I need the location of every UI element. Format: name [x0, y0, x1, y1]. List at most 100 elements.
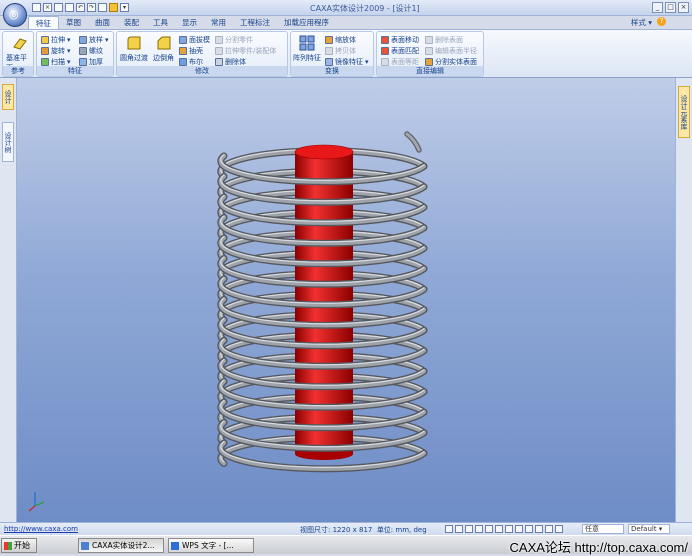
filter-dropdown[interactable]: 任意	[582, 524, 624, 534]
revolve-button[interactable]: 旋转 ▾	[41, 46, 71, 56]
copy-icon	[325, 47, 333, 55]
tab-sketch[interactable]: 草图	[59, 16, 88, 29]
thicken-icon	[79, 58, 87, 66]
chamfer-icon	[157, 36, 170, 50]
style-dropdown[interactable]: Default ▾	[628, 524, 670, 534]
render-icon[interactable]	[505, 525, 513, 533]
rotate-icon[interactable]	[475, 525, 483, 533]
match-face-label: 表面匹配	[391, 47, 419, 55]
group-modify-label: 修改	[117, 66, 287, 76]
split-part-button[interactable]: 分割零件	[215, 35, 253, 45]
style-menu-label: 样式	[630, 18, 646, 27]
maximize-icon[interactable]: □	[665, 2, 676, 13]
close-icon[interactable]: ×	[678, 2, 689, 13]
fillet-icon	[127, 36, 141, 50]
edit-face-radius-label: 编辑表面半径	[435, 47, 477, 55]
pattern-feature-button[interactable]: 阵列特征	[293, 35, 321, 63]
3d-viewport[interactable]	[17, 78, 675, 522]
select-tool-icon[interactable]	[109, 3, 118, 12]
undo-icon[interactable]: ↶	[76, 3, 85, 12]
help-icon[interactable]: ?	[657, 17, 666, 26]
thread-button[interactable]: 螺纹	[79, 46, 103, 56]
pattern-icon	[299, 35, 315, 51]
group-reference: 基准平面 参考	[2, 31, 34, 77]
print-icon[interactable]	[98, 3, 107, 12]
zoom-icon[interactable]	[445, 525, 453, 533]
chamfer-button[interactable]: 边倒角	[153, 35, 174, 63]
website-link[interactable]: http://www.caxa.com	[4, 525, 78, 533]
left-tab-design-tree[interactable]: 设计树	[2, 122, 14, 162]
shade-icon[interactable]	[525, 525, 533, 533]
tab-display[interactable]: 显示	[175, 16, 204, 29]
style-menu[interactable]: 样式 ▾	[631, 17, 652, 28]
group-feature: 拉伸 ▾ 放样 ▾ 旋转 ▾ 螺纹 扫描 ▾ 加厚 特征	[36, 31, 114, 77]
start-button[interactable]: 开始	[1, 538, 37, 553]
tab-feature[interactable]: 特征	[28, 16, 59, 29]
extrude-button[interactable]: 拉伸 ▾	[41, 35, 71, 45]
group-transform: 阵列特征 缩放体 拷贝体 镜像特征 ▾ 变换	[290, 31, 374, 77]
minimize-icon[interactable]: _	[652, 2, 663, 13]
match-face-icon	[381, 47, 389, 55]
copy-body-label: 拷贝体	[335, 47, 356, 55]
revolve-label: 旋转	[51, 47, 65, 55]
tab-addins[interactable]: 加载应用程序	[277, 16, 336, 29]
chamfer-label: 边倒角	[153, 54, 174, 62]
taskbar-item-wps[interactable]: WPS 文字 - [...	[168, 538, 254, 553]
style-dropdown-value: Default	[631, 525, 657, 533]
fillet-button[interactable]: 圆角过渡	[120, 35, 148, 63]
new-icon[interactable]	[32, 3, 41, 12]
stretch-part-button[interactable]: 拉伸零件/装配体	[215, 46, 276, 56]
mirror-icon	[325, 58, 333, 66]
view-front-icon[interactable]	[485, 525, 493, 533]
taskbar: 开始 CAXA实体设计2... WPS 文字 - [... CAXA论坛 htt…	[0, 535, 692, 555]
face-draft-button[interactable]: 面拔模	[179, 35, 210, 45]
extrude-label: 拉伸	[51, 36, 65, 44]
right-tab-design-elements[interactable]: 设计元素库	[678, 86, 690, 138]
tab-dimension[interactable]: 工程标注	[233, 16, 277, 29]
light-icon[interactable]	[535, 525, 543, 533]
caxa-app-icon	[81, 542, 89, 550]
filter-dropdown-value: 任意	[585, 525, 599, 533]
start-label: 开始	[14, 541, 30, 550]
tab-surface[interactable]: 曲面	[88, 16, 117, 29]
scale-body-button[interactable]: 缩放体	[325, 35, 356, 45]
open-icon[interactable]	[54, 3, 63, 12]
group-direct-edit-label: 直接编辑	[377, 66, 483, 76]
delete-face-button[interactable]: 删除表面	[425, 35, 463, 45]
save-icon[interactable]	[65, 3, 74, 12]
view-iso-icon[interactable]	[495, 525, 503, 533]
shell-button[interactable]: 抽壳	[179, 46, 203, 56]
tab-common[interactable]: 常用	[204, 16, 233, 29]
pan-icon[interactable]	[465, 525, 473, 533]
shell-icon	[179, 47, 187, 55]
tab-tools[interactable]: 工具	[146, 16, 175, 29]
application-menu-button[interactable]: ◎	[3, 3, 27, 27]
tab-assembly[interactable]: 装配	[117, 16, 146, 29]
qat-dropdown-icon[interactable]: ▾	[120, 3, 129, 12]
copy-body-button[interactable]: 拷贝体	[325, 46, 356, 56]
match-face-button[interactable]: 表面匹配	[381, 46, 419, 56]
forum-watermark: CAXA论坛 http://top.caxa.com/	[509, 540, 688, 555]
face-draft-icon	[179, 36, 187, 44]
redo-icon[interactable]: ↷	[87, 3, 96, 12]
wireframe-icon[interactable]	[515, 525, 523, 533]
fit-icon[interactable]	[555, 525, 563, 533]
pattern-feature-label: 阵列特征	[293, 54, 321, 62]
move-face-button[interactable]: 表面移动	[381, 35, 419, 45]
edit-face-radius-button[interactable]: 编辑表面半径	[425, 46, 477, 56]
close-doc-icon[interactable]: ×	[43, 3, 52, 12]
offset-face-icon	[381, 58, 389, 66]
zoom-window-icon[interactable]	[455, 525, 463, 533]
axis-y-line	[34, 501, 45, 507]
camera-icon[interactable]	[545, 525, 553, 533]
loft-label: 放样	[89, 36, 103, 44]
taskbar-item-caxa[interactable]: CAXA实体设计2...	[78, 538, 164, 553]
left-tab-design[interactable]: 设计	[2, 84, 14, 110]
shell-label: 抽壳	[189, 47, 203, 55]
title-bar: × ↶ ↷ ▾ CAXA实体设计2009 - [设计1] _ □ ×	[0, 0, 692, 16]
loft-button[interactable]: 放样 ▾	[79, 35, 109, 45]
view-size-text: 视图尺寸: 1220 x 817	[300, 526, 373, 534]
group-modify: 圆角过渡 边倒角 面拔模 抽壳 布尔 分割零件 拉伸零件/装配体 删除体 修改	[116, 31, 288, 77]
wps-app-icon	[171, 542, 179, 550]
ribbon: 基准平面 参考 拉伸 ▾ 放样 ▾ 旋转 ▾ 螺纹 扫描 ▾ 加厚 特征 圆角过…	[0, 29, 692, 78]
